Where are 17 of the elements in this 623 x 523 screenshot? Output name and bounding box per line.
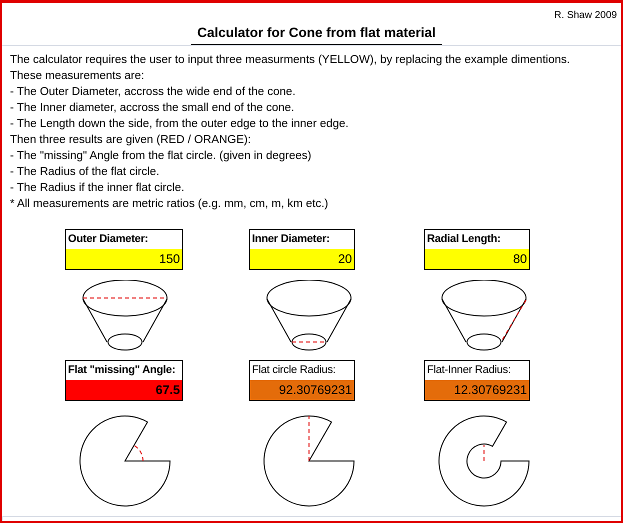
description-line: - The Inner diameter, accross the small end of the cone.: [10, 101, 296, 116]
description-line: - The Radius of the flat circle.: [10, 165, 160, 180]
author-credit: R. Shaw 2009: [553, 9, 618, 23]
description-line: - The Radius if the inner flat circle.: [10, 181, 186, 196]
input-value[interactable]: 20: [250, 249, 354, 269]
description-line: - The Length down the side, from the outer edge to the inner edge.: [10, 117, 350, 132]
description-line: * All measurements are metric ratios (e.g. mm, cm, m, km etc.): [10, 197, 330, 212]
description-line: The calculator requires the user to input three measurments (YELLOW), by replacing the example dimentions.: [10, 53, 571, 68]
description-line: - The Outer Diameter, accross the wide end of the cone.: [10, 85, 297, 100]
input-value[interactable]: 80: [425, 249, 529, 269]
input-value[interactable]: 150: [66, 249, 182, 269]
result-value: 67.5: [66, 380, 182, 400]
result-value: 92.30769231: [250, 380, 354, 400]
description-line: - The "missing" Angle from the flat circle. (given in degrees): [10, 149, 312, 164]
description-line: These measurements are:: [10, 69, 146, 84]
result-value: 12.30769231: [425, 380, 529, 400]
description-line: Then three results are given (RED / ORANGE):: [10, 133, 252, 148]
